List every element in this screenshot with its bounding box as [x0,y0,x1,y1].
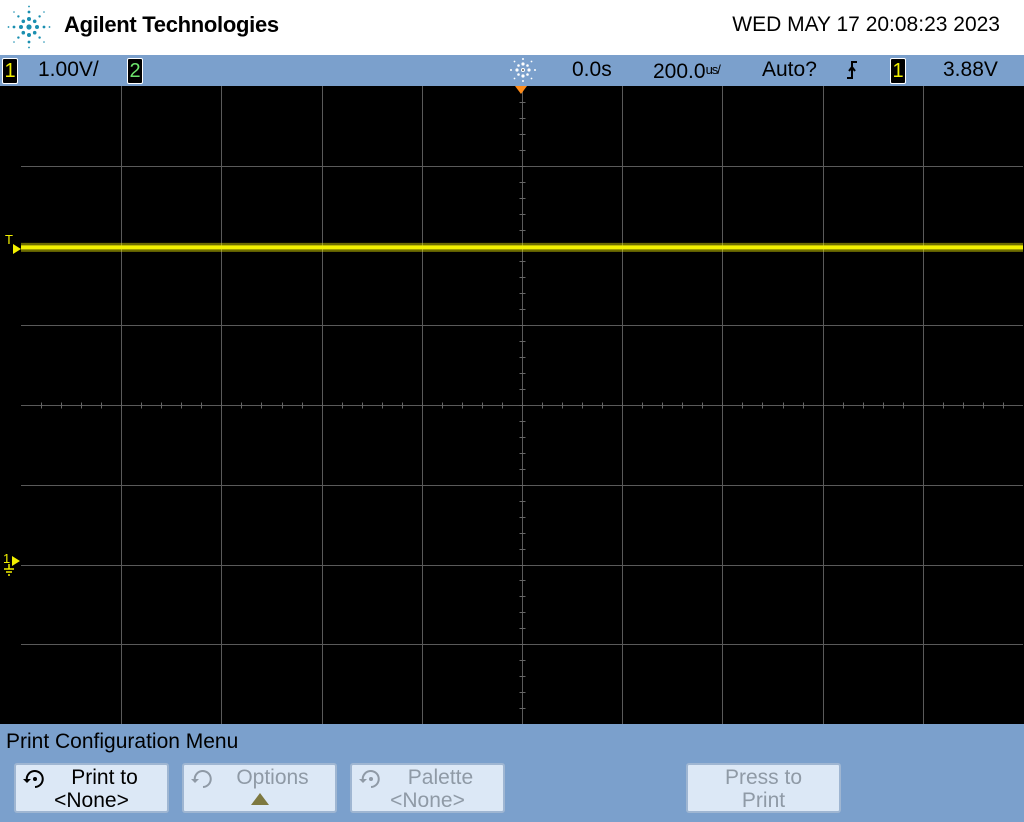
softkey-label: Press to [724,766,803,789]
palette-softkey[interactable]: Palette <None> [350,763,505,813]
date-time: WED MAY 17 20:08:23 2023 [732,13,1000,36]
trigger-level-marker[interactable]: T [5,233,21,255]
status-bar: 1 1.00V/ 2 0.0s 200.0us/ Auto? 1 3.88V [0,55,1024,86]
acquisition-run-icon [510,58,536,82]
channel-1-scale: 1.00V/ [38,58,99,81]
softkey-value: Print [741,789,786,812]
menu-title: Print Configuration Menu [6,730,239,753]
agilent-logo-icon [7,5,51,49]
trigger-level: 3.88V [943,58,998,81]
softkey-menu: Print Configuration Menu Print to <None>… [0,724,1024,822]
press-to-print-softkey[interactable]: Press to Print [686,763,841,813]
trigger-mode: Auto? [762,58,817,81]
time-delay: 0.0s [572,58,612,81]
timebase: 200.0us/ [653,58,721,84]
softkey-label: Palette [407,766,474,789]
timebase-value: 200.0 [653,60,706,83]
softkey-value: <None> [54,789,129,812]
trigger-slope-icon [845,58,859,88]
brand-name: Agilent Technologies [64,12,279,37]
left-margin: T 1 [0,86,21,724]
softkey-label: Print to [71,766,138,789]
options-softkey[interactable]: Options [182,763,337,813]
timebase-unit: us/ [705,62,721,77]
submenu-arrow-icon [184,789,335,812]
waveform-display[interactable] [21,86,1023,724]
softkey-label: Options [236,766,309,789]
softkey-value: <None> [390,789,465,812]
trigger-position-pointer [515,86,527,94]
header: Agilent Technologies WED MAY 17 20:08:23… [0,0,1024,55]
channel-2-badge[interactable]: 2 [127,58,143,84]
channel-1-badge[interactable]: 1 [2,58,18,84]
channel-1-ground-marker[interactable]: 1 [3,552,21,578]
trigger-source-badge[interactable]: 1 [890,58,906,84]
print-to-softkey[interactable]: Print to <None> [14,763,169,813]
